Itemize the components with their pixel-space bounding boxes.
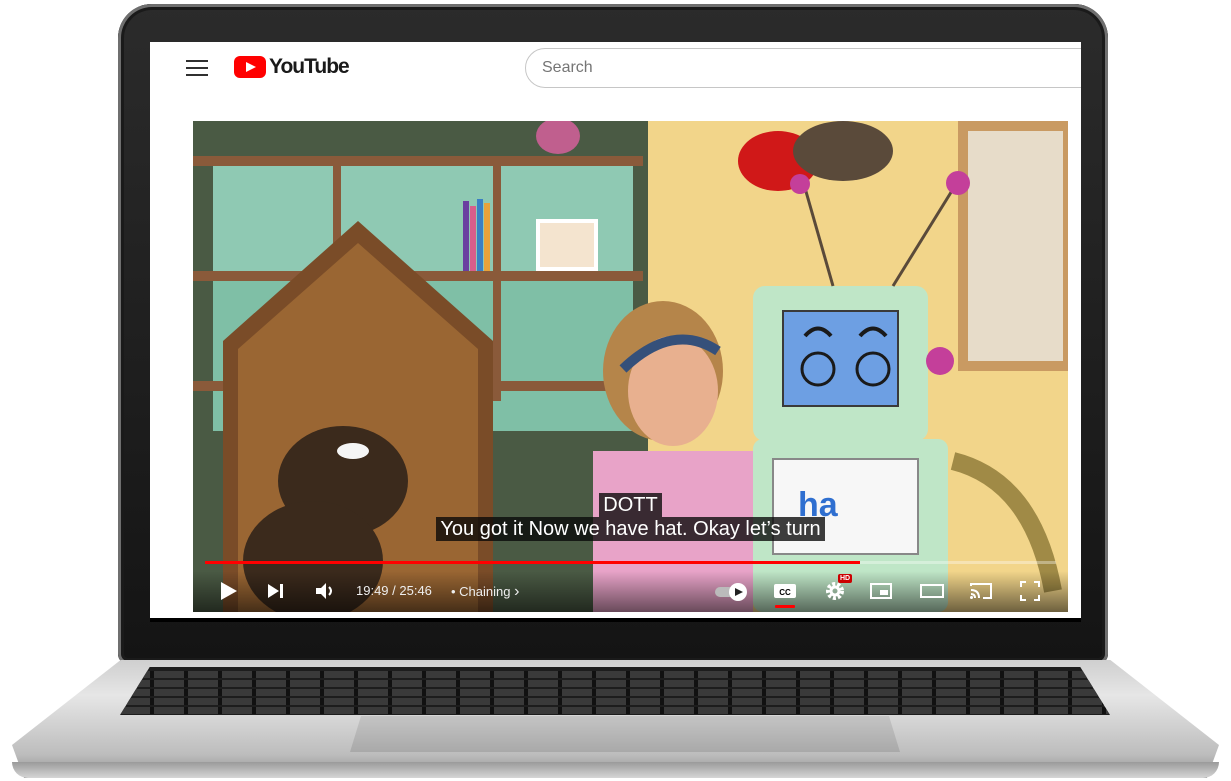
fullscreen-icon[interactable] <box>1018 579 1042 603</box>
play-icon[interactable] <box>219 579 239 603</box>
browser-screen: YouTube Search ha DOTT You got it Now we… <box>150 42 1081 618</box>
whiteboard-text: ha <box>798 486 839 524</box>
hd-badge: HD <box>838 574 853 583</box>
laptop-keyboard <box>120 667 1110 715</box>
autoplay-toggle-icon[interactable] <box>713 579 751 603</box>
chapter-label: • Chaining <box>451 584 511 599</box>
next-icon[interactable] <box>265 579 287 603</box>
player-controls: 19:49 / 25:46 • Chaining › CC HD <box>193 571 1068 612</box>
theater-mode-icon[interactable] <box>919 579 945 603</box>
video-frame: ha <box>193 121 1068 612</box>
cast-icon[interactable] <box>968 579 994 603</box>
volume-icon[interactable] <box>313 579 337 603</box>
miniplayer-icon[interactable] <box>869 579 893 603</box>
progress-fill <box>205 561 861 564</box>
video-player[interactable]: ha DOTT You got it Now we have hat. Okay… <box>193 121 1068 612</box>
chapter-button[interactable]: • Chaining › <box>451 583 519 601</box>
youtube-header: YouTube <box>150 42 1081 98</box>
cc-icon[interactable]: CC <box>773 579 797 603</box>
menu-icon[interactable] <box>186 60 208 78</box>
svg-text:CC: CC <box>779 588 791 597</box>
laptop-trackpad <box>350 716 900 752</box>
time-display: 19:49 / 25:46 <box>356 583 432 598</box>
logo-text: YouTube <box>269 55 350 78</box>
progress-bar[interactable] <box>205 561 1056 564</box>
search-input[interactable] <box>525 48 1081 88</box>
cc-active-indicator <box>775 605 795 608</box>
laptop-front-edge <box>12 762 1219 778</box>
chevron-right-icon: › <box>514 583 520 600</box>
youtube-play-logo-icon <box>234 56 266 78</box>
youtube-logo[interactable]: YouTube <box>234 55 350 79</box>
